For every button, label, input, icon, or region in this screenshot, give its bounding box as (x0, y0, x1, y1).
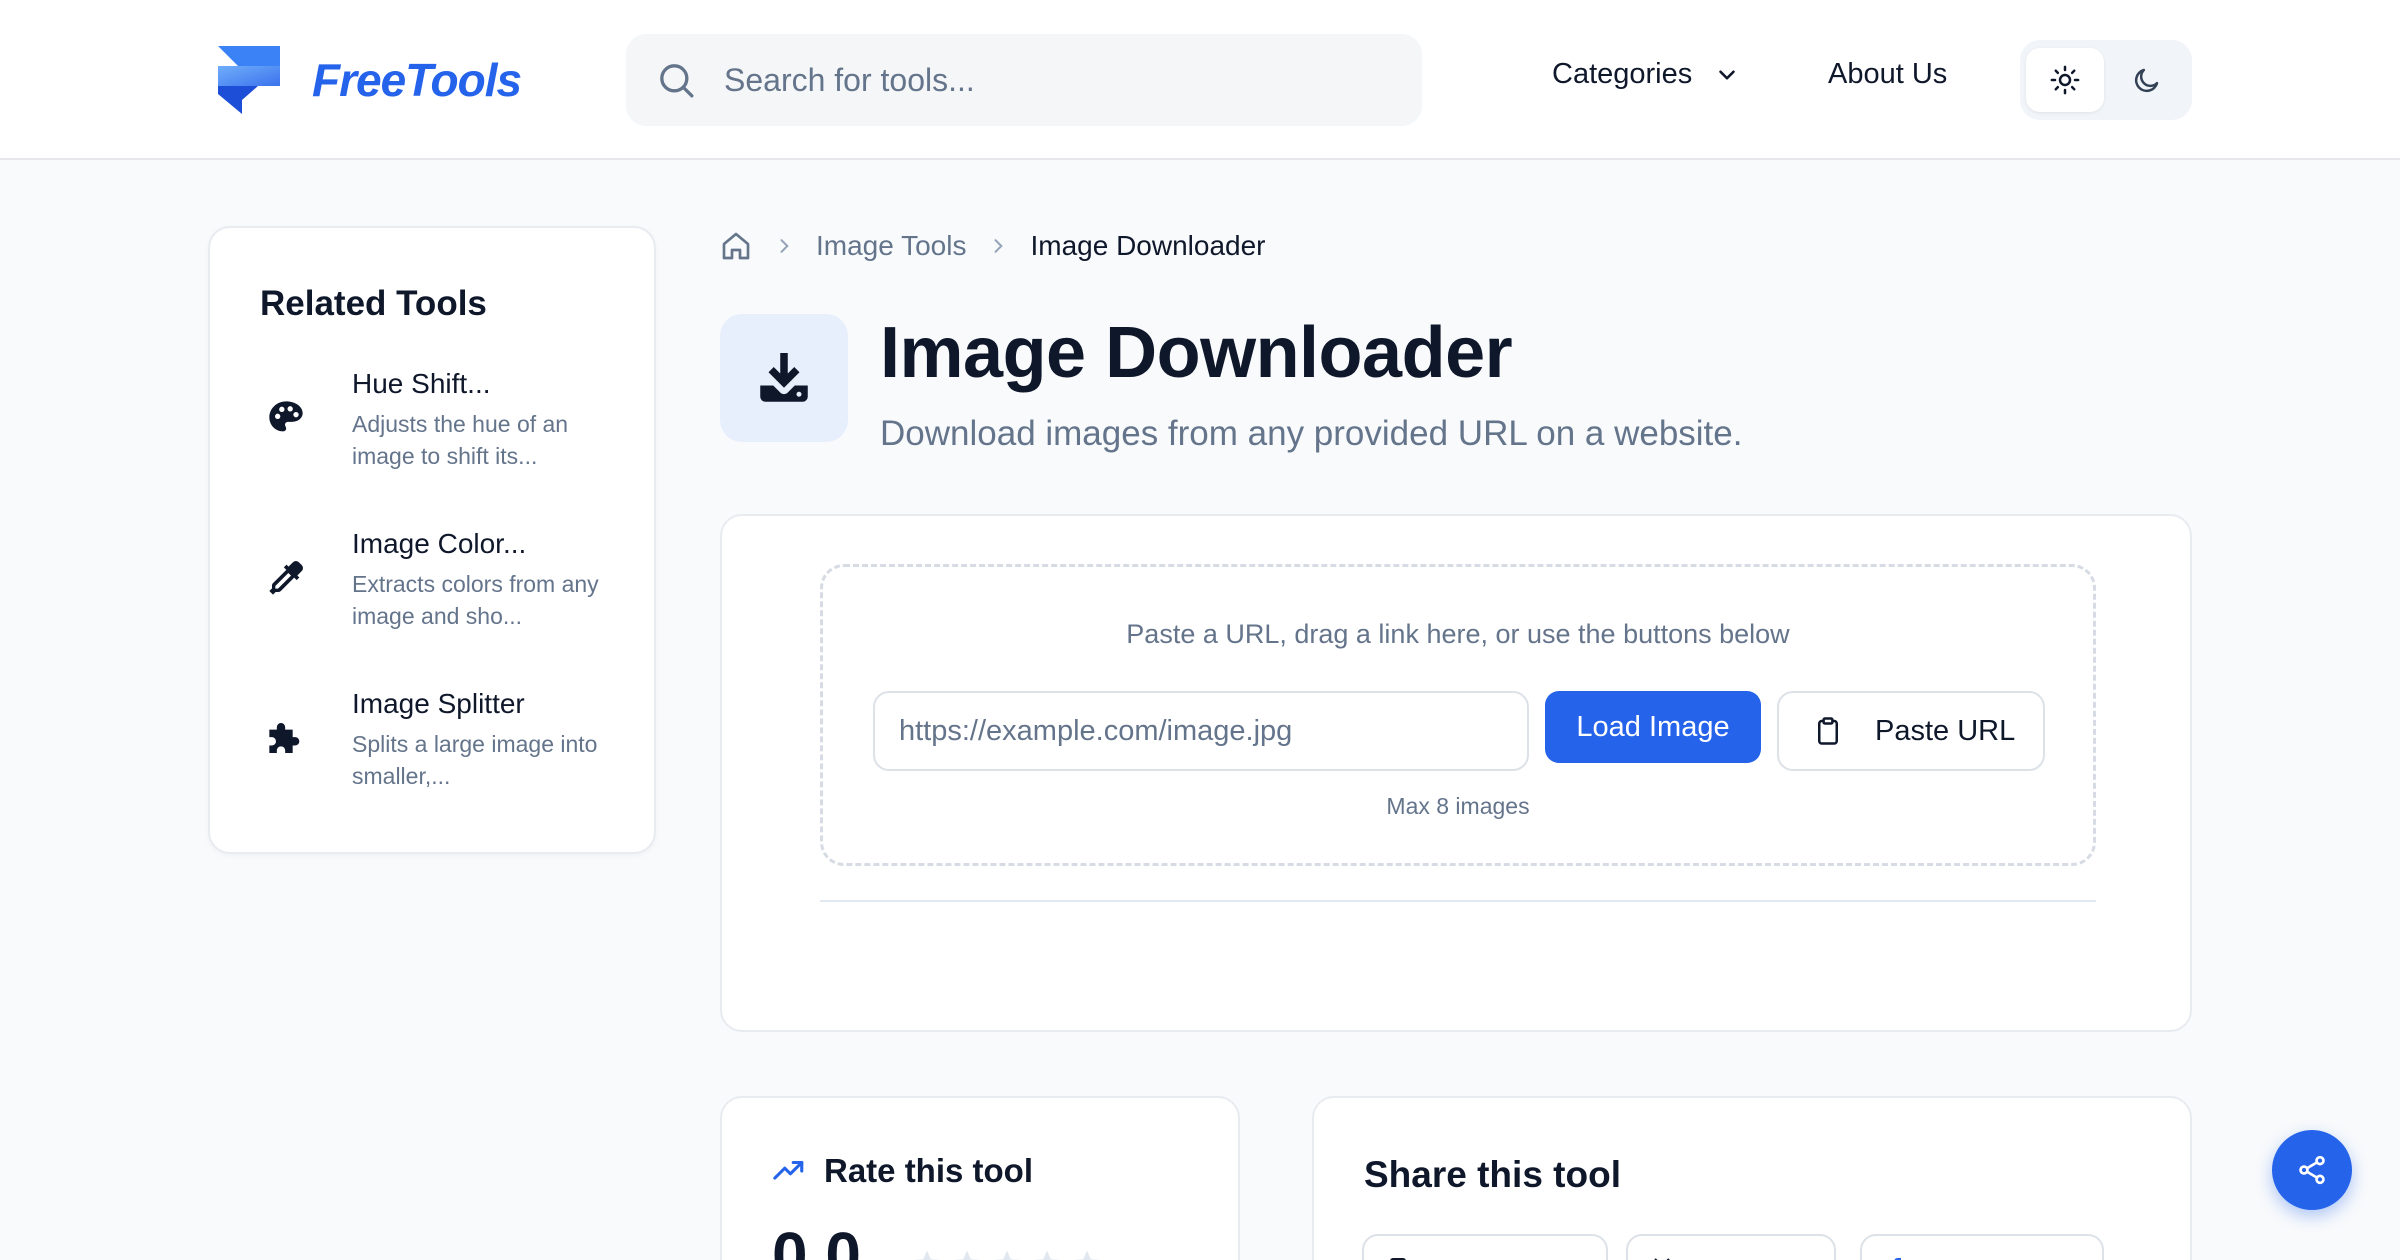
load-image-button[interactable]: Load Image (1545, 691, 1761, 763)
related-tool-name: Image Color... (352, 528, 527, 559)
star-icon[interactable] (952, 1248, 982, 1260)
copy-icon (1386, 1254, 1410, 1260)
image-url-input[interactable] (873, 691, 1529, 771)
related-tool-name: Hue Shift... (352, 368, 491, 399)
share-icon (2296, 1154, 2328, 1186)
related-tool-name: Image Splitter (352, 688, 525, 719)
download-icon (754, 348, 814, 408)
rate-title: Rate this tool (824, 1152, 1034, 1189)
dropzone-hint: Paste a URL, drag a link here, or use th… (1126, 619, 1790, 649)
divider (820, 900, 2096, 902)
page-title: Image Downloader (880, 313, 1513, 393)
related-tool-description: Adjusts the hue of an image to shift its… (352, 411, 569, 469)
chevron-right-icon (988, 236, 1008, 256)
star-icon[interactable] (1072, 1248, 1102, 1260)
related-tools-title: Related Tools (260, 284, 487, 323)
sun-icon (2050, 65, 2080, 95)
logo-text: FreeTools (312, 54, 522, 106)
tool-card: Paste a URL, drag a link here, or use th… (720, 514, 2192, 1032)
rate-header: Rate this tool (772, 1152, 1033, 1190)
star-icon[interactable] (1032, 1248, 1062, 1260)
rating-score: 0.0 (772, 1219, 861, 1260)
rate-tool-card: Rate this tool 0.0 (720, 1096, 1240, 1260)
facebook-icon (1884, 1254, 1908, 1260)
site-header: FreeTools Categories About Us (0, 0, 2400, 160)
search-input[interactable] (724, 34, 1384, 126)
site-logo[interactable]: FreeTools (218, 44, 522, 116)
related-tool-hue-shift[interactable]: Hue Shift... Adjusts the hue of an image… (266, 368, 636, 478)
eyedropper-icon (266, 558, 306, 598)
related-tool-description: Extracts colors from any image and sho..… (352, 571, 599, 629)
rating-stars[interactable] (912, 1248, 1102, 1260)
nav-categories-label: Categories (1552, 58, 1693, 90)
breadcrumb-image-tools[interactable]: Image Tools (816, 230, 966, 262)
moon-icon (2132, 65, 2162, 95)
page-subtitle: Download images from any provided URL on… (880, 414, 1743, 453)
share-copy-button[interactable] (1362, 1234, 1608, 1260)
related-tools-panel: Related Tools Hue Shift... Adjusts the h… (208, 226, 656, 854)
chevron-right-icon (774, 236, 794, 256)
search-icon (656, 60, 696, 100)
dark-theme-button[interactable] (2108, 48, 2186, 112)
star-icon[interactable] (992, 1248, 1022, 1260)
paste-url-label: Paste URL (1875, 714, 2016, 747)
chevron-down-icon (1714, 62, 1740, 88)
related-tool-image-color[interactable]: Image Color... Extracts colors from any … (266, 528, 636, 638)
related-tool-description: Splits a large image into smaller,... (352, 731, 598, 789)
search-bar (626, 34, 1422, 126)
share-title: Share this tool (1364, 1154, 1621, 1195)
tool-icon-box (720, 314, 848, 442)
logo-mark-icon (218, 44, 282, 116)
theme-toggle (2020, 40, 2192, 120)
nav-categories[interactable]: Categories (1552, 58, 1740, 91)
related-tool-image-splitter[interactable]: Image Splitter Splits a large image into… (266, 688, 636, 798)
share-x-button[interactable] (1626, 1234, 1836, 1260)
trending-up-icon (772, 1154, 806, 1188)
url-dropzone[interactable]: Paste a URL, drag a link here, or use th… (820, 564, 2096, 866)
breadcrumb: Image Tools Image Downloader (720, 228, 1266, 264)
floating-share-button[interactable] (2272, 1130, 2352, 1210)
light-theme-button[interactable] (2026, 48, 2104, 112)
share-tool-card: Share this tool (1312, 1096, 2192, 1260)
share-facebook-button[interactable] (1860, 1234, 2104, 1260)
star-icon[interactable] (912, 1248, 942, 1260)
x-social-icon (1650, 1254, 1674, 1260)
paste-url-button[interactable]: Paste URL (1777, 691, 2045, 771)
home-icon[interactable] (720, 230, 752, 262)
palette-icon (266, 398, 306, 438)
breadcrumb-current: Image Downloader (1030, 230, 1266, 261)
max-images-note: Max 8 images (1386, 793, 1530, 819)
puzzle-icon (266, 718, 306, 758)
nav-about-us[interactable]: About Us (1828, 58, 1947, 91)
clipboard-icon (1813, 716, 1843, 746)
